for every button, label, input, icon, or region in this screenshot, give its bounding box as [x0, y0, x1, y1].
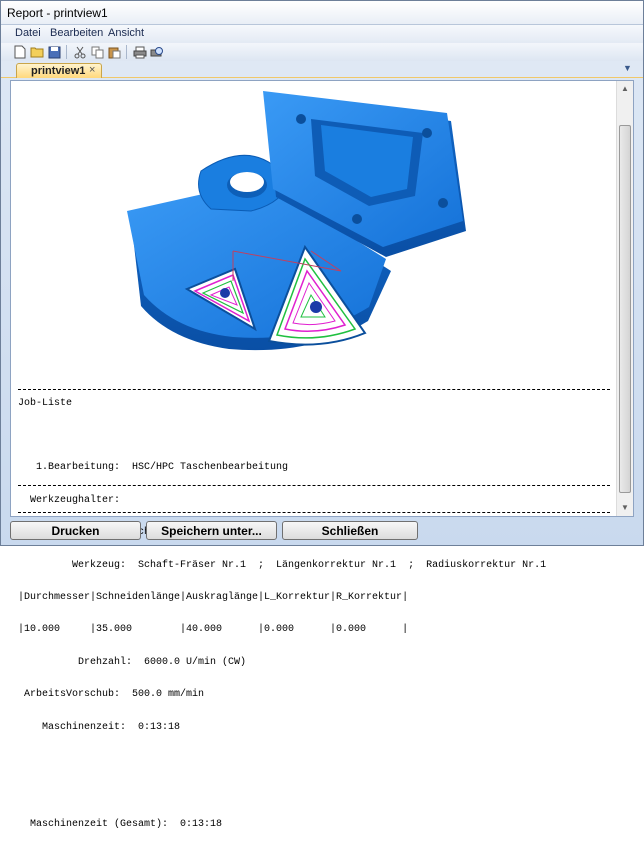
report-line: Werkzeug: Schaft-Fräser Nr.1 ; Längenkor… [18, 559, 547, 571]
document-tab-strip: printview1 × ▼ [1, 61, 643, 78]
print-button[interactable]: Drucken [10, 521, 141, 540]
tab-printview1[interactable]: printview1 × [16, 63, 102, 78]
report-line: Drehzahl: 6000.0 U/min (CW) [18, 656, 247, 668]
tab-label: printview1 [31, 65, 86, 77]
save-icon[interactable] [46, 44, 62, 60]
toolbar [1, 43, 643, 61]
report-window: Report - printview1 Datei Bearbeiten Ans… [0, 0, 644, 829]
toolpath-entry-2 [310, 301, 322, 313]
part-hole-small [352, 214, 362, 224]
report-document: Job-Liste 1.Bearbeitung: HSC/HPC Taschen… [10, 80, 634, 829]
paste-icon[interactable] [106, 44, 122, 60]
menu-bearbeiten[interactable]: Bearbeiten [50, 27, 103, 39]
part-hole-small [296, 114, 306, 124]
cut-icon[interactable] [72, 44, 88, 60]
menu-datei[interactable]: Datei [15, 27, 41, 39]
button-bar: Drucken Speichern unter... Schließen [1, 519, 643, 545]
window-title: Report - printview1 [7, 6, 108, 20]
part-hole-small [438, 198, 448, 208]
open-folder-icon[interactable] [29, 44, 45, 60]
part-3d-render [11, 81, 615, 366]
tab-close-icon[interactable]: × [89, 64, 95, 76]
report-separator [18, 389, 610, 390]
copy-icon[interactable] [89, 44, 105, 60]
vertical-scrollbar[interactable]: ▲ ▼ [616, 81, 633, 516]
report-line: ArbeitsVorschub: 500.0 mm/min [18, 689, 205, 701]
scroll-up-icon[interactable]: ▲ [620, 84, 630, 94]
save-as-button[interactable]: Speichern unter... [146, 521, 277, 540]
job-report: Job-Liste 1.Bearbeitung: HSC/HPC Taschen… [18, 377, 614, 852]
new-document-icon[interactable] [12, 44, 28, 60]
menu-ansicht[interactable]: Ansicht [108, 27, 144, 39]
report-line: Werkzeughalter: [18, 494, 121, 506]
title-bar: Report - printview1 [1, 1, 643, 25]
scroll-down-icon[interactable]: ▼ [620, 503, 630, 513]
report-line: |10.000 |35.000 |40.000 |0.000 |0.000 | [18, 624, 409, 636]
report-line: |Durchmesser|Schneidenlänge|Auskraglänge… [18, 591, 409, 603]
menu-bar: Datei Bearbeiten Ansicht [1, 25, 643, 43]
tab-list-dropdown-icon[interactable]: ▼ [623, 63, 632, 73]
toolbar-separator [126, 45, 127, 59]
report-separator-gap [18, 755, 614, 766]
report-separator-gap [18, 431, 614, 442]
report-separator-gap [18, 787, 614, 798]
print-icon[interactable] [132, 44, 148, 60]
print-preview-icon[interactable] [149, 44, 165, 60]
report-separator [18, 485, 610, 486]
report-section-title: Job-Liste [18, 397, 73, 409]
report-separator [18, 512, 610, 513]
report-line: Maschinenzeit: 0:13:18 [18, 721, 181, 733]
part-hole-small [422, 128, 432, 138]
report-line: 1.Bearbeitung: HSC/HPC Taschenbearbeitun… [18, 462, 289, 474]
toolbar-separator [66, 45, 67, 59]
report-total-line: Maschinenzeit (Gesamt): 0:13:18 [18, 818, 223, 830]
close-button[interactable]: Schließen [282, 521, 418, 540]
toolpath-entry-1 [220, 288, 230, 298]
scrollbar-thumb[interactable] [619, 125, 631, 493]
part-hole-large-opening [230, 172, 264, 192]
